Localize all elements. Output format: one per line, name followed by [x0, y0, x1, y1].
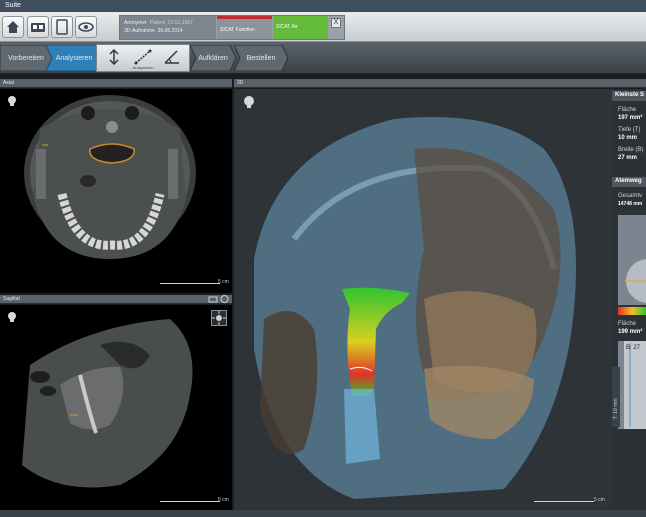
main-toolbar: Anonymer Patient 01.01.1967 3D-Aufnahme …: [0, 12, 646, 42]
home-button[interactable]: [2, 16, 24, 38]
axial-scalebar-line: [160, 283, 220, 284]
ruler-icon: [134, 49, 152, 65]
home-icon: [7, 21, 19, 33]
step-aufklaren-label: Aufklären: [198, 54, 228, 62]
t-measure-strip: T: 10 mm: [612, 367, 620, 427]
airway-info-panel: Kleinste S Fläche 197 mm² Tiefe (T) 10 m…: [612, 89, 646, 517]
angle-icon: [164, 50, 179, 64]
color-legend-bar: [618, 307, 646, 315]
patient-info[interactable]: Anonymer Patient 01.01.1967 3D-Aufnahme …: [120, 16, 216, 39]
eye-button[interactable]: [75, 16, 97, 38]
sagittal-scalebar-line: [160, 501, 220, 502]
3d-panel-header: 3D: [234, 79, 646, 88]
sagittal-target-icon[interactable]: [220, 295, 229, 305]
depth-value: 10 mm: [618, 135, 638, 141]
close-button[interactable]: X: [331, 18, 341, 28]
airway-profile-preview: [618, 341, 646, 429]
axial-ct-slice: [24, 95, 196, 259]
3d-viewport[interactable]: 5 cm: [234, 89, 612, 510]
eye-icon: [78, 22, 94, 32]
analysis-subtools: Analysieren: [96, 44, 190, 72]
sagittal-ct-slice: [22, 319, 193, 488]
sagittal-head-icon: [6, 311, 18, 325]
volume-label: 3D-Aufnahme: [124, 28, 155, 34]
tablet-button[interactable]: [51, 16, 73, 38]
sicat-air-tab[interactable]: SICAT Air: [273, 16, 328, 39]
sagittal-viewport[interactable]: 5 cm: [0, 305, 232, 510]
step-bestellen[interactable]: Bestellen: [234, 45, 288, 71]
area2-value: 199 mm²: [618, 329, 643, 335]
area-label: Fläche: [618, 107, 637, 113]
3d-title: 3D: [237, 80, 244, 86]
patient-context-box: Anonymer Patient 01.01.1967 3D-Aufnahme …: [119, 15, 345, 40]
align-icon: [109, 49, 119, 65]
step-vorbereiten-label: Vorbereiten: [8, 54, 44, 62]
subtools-label: Analysieren: [132, 65, 154, 70]
narrowest-section-header: Kleinste S: [612, 91, 646, 101]
window-title-bar: Suite: [0, 0, 646, 12]
step-aufklaren[interactable]: Aufklären: [190, 45, 236, 71]
sagittal-title: Sagittal: [3, 296, 20, 302]
area2-label: Fläche: [618, 321, 637, 327]
total-volume-label: Gesamtv: [618, 193, 643, 199]
head-orientation-icon: [6, 95, 18, 109]
axial-panel-header: Axial: [0, 79, 232, 88]
sicat-air-label: SICAT Air: [276, 24, 298, 30]
3d-airway-rendering: [254, 117, 576, 499]
sicat-function-label: SICAT Function: [220, 27, 255, 33]
workflow-bar: Vorbereiten Analysieren Analysieren Aufk…: [0, 42, 646, 74]
measure-tool-button[interactable]: [129, 47, 157, 67]
status-strip: [0, 510, 646, 517]
sagittal-sun-button[interactable]: [211, 310, 227, 326]
3d-scalebar-line: [534, 501, 594, 502]
step-analysieren-label: Analysieren: [55, 54, 93, 62]
step-vorbereiten[interactable]: Vorbereiten: [0, 45, 52, 71]
brightness-icon: [212, 311, 226, 325]
3d-scale-label: 5 cm: [594, 497, 605, 503]
axial-viewport[interactable]: 5 cm: [0, 89, 232, 293]
step-bestellen-label: Bestellen: [246, 54, 276, 62]
axial-title: Axial: [3, 80, 14, 86]
patient-birthdate: 01.01.1967: [167, 20, 193, 26]
b-measure-label: B: 27: [626, 345, 641, 351]
scanner-button[interactable]: [27, 16, 49, 38]
3d-head-icon: [242, 95, 256, 111]
width-label: Breite (B): [618, 147, 644, 153]
scanner-icon: [31, 23, 45, 32]
axial-scale-label: 5 cm: [218, 279, 229, 285]
sagittal-view-icon[interactable]: [208, 295, 218, 305]
airway-section-header: Atemweg: [612, 177, 646, 187]
align-tool-button[interactable]: [100, 47, 128, 67]
sicat-function-tab[interactable]: SICAT Function: [217, 16, 272, 39]
cross-section-preview: [618, 215, 646, 305]
step-analysieren[interactable]: Analysieren: [46, 45, 102, 71]
sagittal-panel-header: Sagittal: [0, 295, 232, 304]
depth-label: Tiefe (T): [618, 127, 641, 133]
area-value: 197 mm²: [618, 115, 643, 121]
volume-date: 26.06.2014: [157, 28, 183, 34]
angle-tool-button[interactable]: [158, 47, 186, 67]
patient-label: Patient: [149, 20, 166, 26]
sagittal-scale-label: 5 cm: [218, 497, 229, 503]
total-volume-value: 14748 mm: [618, 201, 643, 207]
width-value: 27 mm: [618, 155, 638, 161]
patient-name: Anonymer: [124, 20, 147, 26]
t-measure-label: T: 10 mm: [613, 398, 619, 419]
tablet-icon: [56, 19, 68, 35]
window-title: Suite: [5, 2, 21, 9]
